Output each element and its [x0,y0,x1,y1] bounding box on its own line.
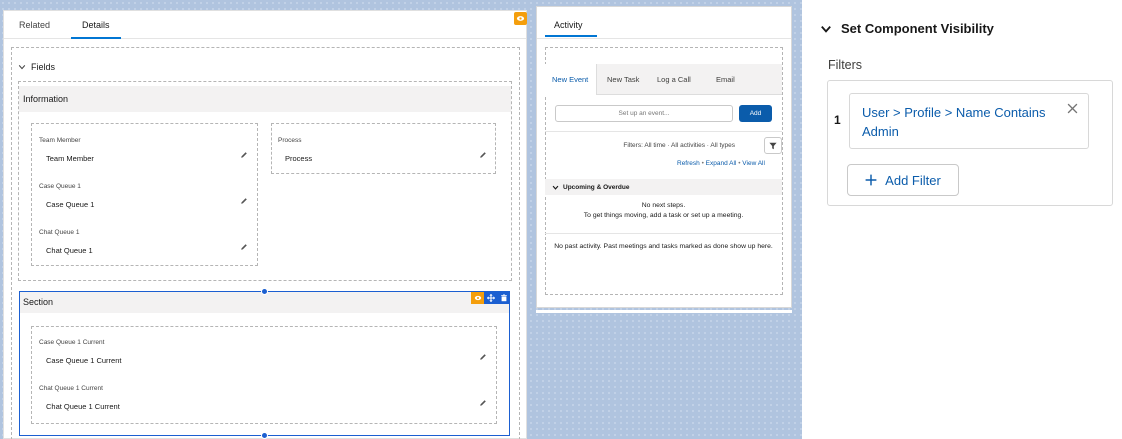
plus-icon [865,174,877,186]
field-value: Chat Queue 1 Current [46,402,120,411]
activity-filters-text: Filters: All time · All activities · All… [623,142,735,149]
field-label: Process [278,137,302,144]
separator: • [738,160,741,167]
funnel-icon [769,142,777,149]
field-label: Case Queue 1 Current [39,339,105,346]
field-chat-queue-1[interactable]: Chat Queue 1 Chat Queue 1 [39,229,251,259]
move-icon [486,294,495,302]
field-value: Chat Queue 1 [46,246,93,255]
field-chat-queue-1-current[interactable]: Chat Queue 1 Current Chat Queue 1 Curren… [39,385,491,415]
tab-new-event[interactable]: New Event [552,75,588,84]
field-case-queue-1[interactable]: Case Queue 1 Case Queue 1 [39,183,251,213]
view-all-link[interactable]: View All [742,160,765,167]
active-tab-indicator [545,35,597,37]
field-value: Case Queue 1 Current [46,356,122,365]
chevron-down-icon [821,25,831,33]
expand-all-link[interactable]: Expand All [706,160,737,167]
event-input[interactable]: Set up an event... [555,105,733,122]
information-section-title: Information [23,94,69,104]
eye-icon [474,295,481,301]
active-tab-indicator [71,37,121,39]
pencil-icon[interactable] [240,243,248,251]
visibility-eye-badge[interactable] [514,12,527,25]
field-value: Case Queue 1 [46,200,95,209]
section-toolbar [471,292,510,304]
resize-handle-top[interactable] [261,288,268,295]
details-component[interactable]: Related Details Fields Information Team … [3,10,527,439]
fields-header[interactable]: Fields [18,62,55,72]
divider [545,131,782,132]
chevron-down-icon [18,65,26,70]
filter-pill[interactable]: User > Profile > Name Contains Admin [849,93,1089,149]
divider [537,38,791,39]
field-label: Chat Queue 1 Current [39,385,103,392]
field-team-member[interactable]: Team Member Team Member [39,137,251,167]
tab-activity[interactable]: Activity [554,20,583,30]
selected-section[interactable]: Section Case Queue 1 Current Case Queue … [19,288,510,439]
publisher-tabs: New Event New Task Log a Call Email [545,64,782,95]
pencil-icon[interactable] [479,353,487,361]
separator: • [701,160,704,167]
refresh-link[interactable]: Refresh [677,160,700,167]
section-header[interactable] [20,292,509,313]
trash-icon [500,294,507,302]
pencil-icon[interactable] [240,197,248,205]
delete-button[interactable] [497,292,510,304]
filters-label: Filters [828,58,863,72]
no-next-steps-message: No next steps. To get things moving, add… [545,201,782,221]
section-title: Section [23,297,54,307]
upcoming-overdue-header[interactable]: Upcoming & Overdue [545,179,782,195]
no-next-steps-line2: To get things moving, add a task or set … [583,212,744,219]
tab-new-task[interactable]: New Task [607,75,639,84]
filters-box: 1 User > Profile > Name Contains Admin A… [827,80,1113,206]
add-filter-button[interactable]: Add Filter [847,164,959,196]
tab-log-a-call[interactable]: Log a Call [657,75,691,84]
chevron-down-icon [552,185,559,190]
upcoming-overdue-label: Upcoming & Overdue [563,183,630,191]
tab-details[interactable]: Details [82,20,110,30]
field-label: Team Member [39,137,81,144]
tab-related[interactable]: Related [19,20,50,30]
field-case-queue-1-current[interactable]: Case Queue 1 Current Case Queue 1 Curren… [39,339,491,369]
divider [545,233,782,234]
close-icon[interactable] [1067,103,1078,114]
pencil-icon[interactable] [479,151,487,159]
no-past-activity-message: No past activity. Past meetings and task… [554,243,773,250]
panel-title: Set Component Visibility [841,21,994,36]
move-button[interactable] [484,292,497,304]
filter-number: 1 [834,113,841,127]
fields-label: Fields [31,62,56,72]
record-tabs: Related Details [4,11,526,39]
activity-links: Refresh • Expand All • View All [677,160,765,167]
activity-component[interactable]: Activity New Event New Task Log a Call E… [536,6,792,308]
visibility-button[interactable] [471,292,484,304]
information-section-header[interactable] [19,86,511,112]
pencil-icon[interactable] [479,399,487,407]
add-filter-label: Add Filter [885,172,941,188]
activity-card-footer [536,310,792,313]
field-value: Process [285,154,313,163]
filter-condition[interactable]: User > Profile > Name Contains Admin [862,103,1062,141]
field-label: Chat Queue 1 [39,229,80,236]
set-component-visibility-header[interactable]: Set Component Visibility [820,21,994,36]
tab-email[interactable]: Email [716,75,735,84]
resize-handle-bottom[interactable] [261,432,268,439]
field-label: Case Queue 1 [39,183,81,190]
filter-button[interactable] [764,137,782,154]
field-process[interactable]: Process Process [278,137,490,167]
pencil-icon[interactable] [240,151,248,159]
no-next-steps-line1: No next steps. [641,202,686,209]
eye-icon [516,16,525,21]
field-value: Team Member [46,154,94,163]
add-button[interactable]: Add [739,105,772,122]
